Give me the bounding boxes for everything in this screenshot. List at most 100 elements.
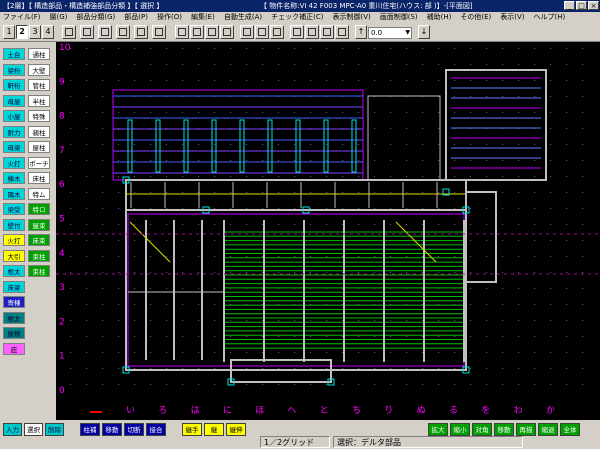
palette-b-9[interactable]: 特ム <box>28 187 50 200</box>
tool-icon-4[interactable] <box>134 25 148 39</box>
bottom_right-button-0[interactable]: 拡大 <box>428 423 448 436</box>
bottom_mid2-button-0[interactable]: 継手 <box>182 423 202 436</box>
tool-icon-14[interactable] <box>305 25 319 39</box>
bottom_right-button-4[interactable]: 再描 <box>516 423 536 436</box>
palette-b-14[interactable]: 束柱 <box>28 265 50 277</box>
menu-item-1[interactable]: 層(G) <box>50 12 68 23</box>
layer-4-button[interactable]: 4 <box>42 25 54 39</box>
palette-a-18[interactable]: 屋根 <box>3 327 25 339</box>
palette-b-3[interactable]: 半柱 <box>28 94 50 107</box>
tool-icon-13[interactable] <box>290 25 304 39</box>
menu-item-0[interactable]: ファイル(F) <box>3 12 41 23</box>
menu-item-12[interactable]: 表示(V) <box>500 12 524 23</box>
menu-item-8[interactable]: 表示制御(V) <box>332 12 370 23</box>
bottom_mid2-button-2[interactable]: 継伸 <box>226 423 246 436</box>
menu-item-4[interactable]: 操作(O) <box>157 12 182 23</box>
palette-b-12[interactable]: 床束 <box>28 234 50 246</box>
palette-a-13[interactable]: 大引 <box>3 249 25 262</box>
chevron-down-icon[interactable]: ▼ <box>405 28 410 38</box>
tool-icon-16[interactable] <box>335 25 349 39</box>
tool-icon-8[interactable] <box>205 25 219 39</box>
bottom_mid-button-3[interactable]: 接合 <box>146 423 166 436</box>
tool-icon-7[interactable] <box>190 25 204 39</box>
menu-item-7[interactable]: チェック補正(C) <box>271 12 323 23</box>
grid-dot <box>278 112 279 113</box>
palette-b-13[interactable]: 束柱 <box>28 249 50 262</box>
tool-icon-10[interactable] <box>240 25 254 39</box>
menu-item-10[interactable]: 補助(H) <box>427 12 452 23</box>
tool-icon-0[interactable] <box>62 25 76 39</box>
layer-2-button[interactable]: 2 <box>16 25 28 39</box>
palette-b-8[interactable]: 床柱 <box>28 172 50 184</box>
layer-3-button[interactable]: 3 <box>29 25 41 39</box>
minimize-button[interactable]: _ <box>564 1 575 10</box>
palette-a-4[interactable]: 小屋 <box>3 110 25 122</box>
palette-b-11[interactable]: 屋束 <box>28 218 50 231</box>
menu-item-2[interactable]: 部品分類(G) <box>76 12 115 23</box>
palette-a-2[interactable]: 軒桁 <box>3 79 25 91</box>
palette-a-7[interactable]: 火打 <box>3 156 25 169</box>
tool-icon-12[interactable] <box>270 25 284 39</box>
bottom_mid-button-1[interactable]: 移動 <box>102 423 122 436</box>
palette-a-10[interactable]: 梁受 <box>3 203 25 215</box>
menu-item-9[interactable]: 画面制御(S) <box>380 12 418 23</box>
bottom_mid-button-2[interactable]: 切断 <box>124 423 144 436</box>
palette-a-0[interactable]: 土台 <box>3 48 25 60</box>
palette-b-1[interactable]: 大壁 <box>28 63 50 76</box>
palette-a-9[interactable]: 隅木 <box>3 187 25 200</box>
bottom_mid-button-0[interactable]: 柱補 <box>80 423 100 436</box>
menu-item-11[interactable]: その他(E) <box>460 12 491 23</box>
grid-dot <box>198 320 199 321</box>
palette-a-15[interactable]: 床梁 <box>3 280 25 293</box>
tool-icon-2[interactable] <box>98 25 112 39</box>
bottom_left-button-2[interactable]: 削除 <box>45 423 64 436</box>
tool-icon-9[interactable] <box>220 25 234 39</box>
palette-a-1[interactable]: 梁桁 <box>3 63 25 76</box>
tool-icon-11[interactable] <box>255 25 269 39</box>
grid-dot <box>118 224 119 225</box>
grid-dot <box>230 64 231 65</box>
maximize-button[interactable]: □ <box>576 1 587 10</box>
bottom_left-button-0[interactable]: 入力 <box>3 423 22 436</box>
palette-a-3[interactable]: 母屋 <box>3 94 25 107</box>
menu-bar: ファイル(F) 層(G) 部品分類(G) 部品(P) 操作(O) 編集(E) 自動生成(A)… <box>0 12 600 23</box>
palette-b-0[interactable]: 通柱 <box>28 48 50 60</box>
tool-icon-5[interactable] <box>152 25 166 39</box>
palette-a-12[interactable]: 火打 <box>3 234 25 246</box>
palette-b-2[interactable]: 管柱 <box>28 79 50 91</box>
palette-b-5[interactable]: 親柱 <box>28 125 50 138</box>
close-button[interactable]: × <box>588 1 599 10</box>
bottom_right-button-3[interactable]: 移動 <box>494 423 514 436</box>
menu-item-13[interactable]: ヘルプ(H) <box>534 12 566 23</box>
bottom_right-button-2[interactable]: 対角 <box>472 423 492 436</box>
palette-b-6[interactable]: 屋柱 <box>28 141 50 153</box>
palette-a-19[interactable]: 庇 <box>3 342 25 355</box>
tool-icon-15[interactable] <box>320 25 334 39</box>
menu-item-5[interactable]: 編集(E) <box>191 12 215 23</box>
palette-a-5[interactable]: 耐力 <box>3 125 25 138</box>
drawing-canvas[interactable]: 10 9 8 7 6 5 4 3 2 1 0 いろはにほへとちりぬるをわか <box>56 42 600 420</box>
palette-a-17[interactable]: 根太 <box>3 311 25 324</box>
menu-item-3[interactable]: 部品(P) <box>124 12 148 23</box>
palette-a-14[interactable]: 根太 <box>3 265 25 277</box>
height-combo[interactable]: 0.0 ▼ <box>368 27 412 39</box>
bottom_left-button-1[interactable]: 選択 <box>24 423 43 436</box>
palette-a-11[interactable]: 壁付 <box>3 218 25 231</box>
bottom_mid2-button-1[interactable]: 継 <box>204 423 224 436</box>
palette-b-10[interactable]: 特ロ <box>28 203 50 215</box>
down-arrow-button[interactable]: ↓ <box>418 25 430 39</box>
palette-b-7[interactable]: ポーチ <box>28 156 50 169</box>
tool-icon-1[interactable] <box>80 25 94 39</box>
palette-a-8[interactable]: 棟木 <box>3 172 25 184</box>
up-arrow-button[interactable]: ↑ <box>355 25 367 39</box>
palette-b-4[interactable]: 特殊 <box>28 110 50 122</box>
menu-item-6[interactable]: 自動生成(A) <box>224 12 262 23</box>
tool-icon-3[interactable] <box>116 25 130 39</box>
tool-icon-6[interactable] <box>175 25 189 39</box>
layer-1-button[interactable]: 1 <box>3 25 15 39</box>
palette-a-16[interactable]: 寄棟 <box>3 296 25 308</box>
bottom_right-button-6[interactable]: 全体 <box>560 423 580 436</box>
palette-a-6[interactable]: 母梁 <box>3 141 25 153</box>
bottom_right-button-1[interactable]: 縮小 <box>450 423 470 436</box>
bottom_right-button-5[interactable]: 縮退 <box>538 423 558 436</box>
